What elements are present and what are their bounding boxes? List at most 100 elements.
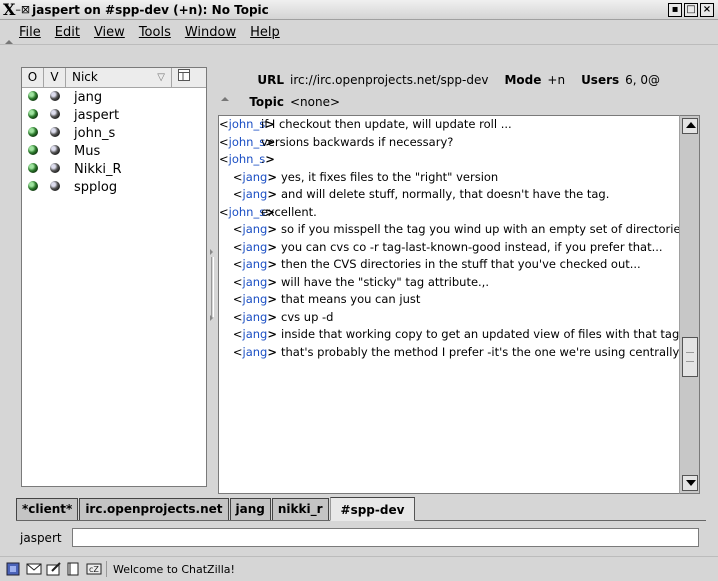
tab-client[interactable]: *client* — [16, 498, 79, 520]
message-text: then the CVS directories in the stuff th… — [281, 257, 641, 271]
x-logo-icon: X — [3, 0, 16, 19]
menu-bar: File Edit View Tools Window Help — [0, 21, 718, 45]
minimize-button[interactable]: ▪ — [668, 3, 682, 17]
tab-spp-dev[interactable]: #spp-dev — [329, 497, 416, 521]
chat-scrollbar[interactable] — [679, 115, 700, 494]
topic-label: Topic — [249, 95, 284, 109]
op-status-icon — [22, 144, 44, 158]
tab-nikki-r[interactable]: nikki_r — [271, 498, 329, 520]
chat-message: <jang> that means you can just — [219, 291, 700, 309]
message-text: will have the "sticky" tag attribute.,. — [281, 274, 489, 289]
message-nick[interactable]: <jang> — [219, 292, 281, 307]
user-nick: Nikki_R — [74, 161, 122, 177]
voice-status-icon — [44, 90, 66, 104]
address-book-icon[interactable] — [66, 562, 80, 576]
scroll-up-button[interactable] — [682, 118, 698, 134]
scroll-down-button[interactable] — [682, 475, 698, 491]
user-nick: jaspert — [74, 107, 120, 123]
chat-output[interactable]: <john_s> if I checkout then update, will … — [218, 115, 700, 494]
message-text: that means you can just — [281, 292, 421, 306]
channel-users: 6, 0@ — [625, 73, 661, 87]
message-nick[interactable]: <jang> — [219, 240, 281, 255]
menu-help[interactable]: Help — [243, 25, 287, 40]
voice-status-icon — [44, 162, 66, 176]
message-text: so if you misspell the tag you wind up w… — [281, 222, 691, 236]
message-text: versions backwards if necessary? — [261, 134, 454, 149]
navigator-icon[interactable] — [6, 562, 20, 576]
menubar-collapse-grip[interactable] — [4, 22, 13, 44]
sort-descending-icon: ▽ — [157, 72, 165, 83]
mode-label: Mode — [504, 73, 542, 87]
message-text: if I checkout then update, will update r… — [261, 117, 512, 131]
chatzilla-icon[interactable]: cZ — [86, 562, 102, 576]
svg-text:cZ: cZ — [89, 565, 99, 574]
message-nick[interactable]: <jang> — [219, 345, 281, 360]
users-label: Users — [581, 73, 620, 87]
chat-message: <jang> yes, it fixes files to the "right"… — [219, 169, 700, 187]
message-input[interactable] — [72, 528, 699, 547]
menu-tools[interactable]: Tools — [132, 25, 178, 40]
message-nick[interactable]: <jang> — [219, 170, 281, 185]
user-list[interactable]: O V Nick ▽ jang jaspert john_s Mus Nikki_R spp… — [21, 67, 207, 487]
chat-message: <jang> that's probably the method I prefe… — [219, 344, 700, 362]
user-list-item[interactable]: Mus — [22, 142, 206, 160]
chat-message: <john_s> excellent. — [219, 204, 700, 222]
op-status-icon — [22, 180, 44, 194]
message-nick[interactable]: <john_s> — [219, 135, 275, 150]
message-nick[interactable]: <jang> — [219, 327, 281, 342]
user-list-item[interactable]: jaspert — [22, 106, 206, 124]
chat-message: <john_s>. — [219, 151, 700, 169]
window-title: jaspert on #spp-dev (+n): No Topic — [32, 2, 269, 17]
message-nick[interactable]: <john_s> — [219, 152, 275, 167]
voice-status-icon — [44, 108, 66, 122]
op-column-header[interactable]: O — [22, 68, 44, 87]
message-nick[interactable]: <jang> — [219, 310, 281, 325]
user-list-item[interactable]: spplog — [22, 178, 206, 196]
op-status-icon — [22, 126, 44, 140]
message-nick[interactable]: <jang> — [219, 187, 281, 202]
message-text: you can cvs co -r tag-last-known-good in… — [281, 239, 663, 254]
message-nick[interactable]: <jang> — [219, 222, 281, 237]
channel-topic[interactable]: <none> — [290, 95, 340, 109]
chat-message: <jang> you can cvs co -r tag-last-known-g… — [219, 239, 700, 257]
op-status-icon — [22, 90, 44, 104]
message-nick[interactable]: <jang> — [219, 275, 281, 290]
current-nickname[interactable]: jaspert — [20, 531, 62, 545]
window-menu-icon[interactable]: –⊠ — [15, 3, 30, 16]
menu-view[interactable]: View — [87, 25, 132, 40]
user-list-item[interactable]: jang — [22, 88, 206, 106]
menu-file[interactable]: File — [12, 25, 48, 40]
chat-message: <john_s> if I checkout then update, will … — [219, 116, 700, 134]
channel-header: URL irc://irc.openprojects.net/spp-dev M… — [218, 67, 705, 115]
message-nick[interactable]: <john_s> — [219, 205, 275, 220]
chat-message: <jang> cvs up -d — [219, 309, 700, 327]
chat-message: <jang> will have the "sticky" tag attribu… — [219, 274, 700, 292]
user-list-item[interactable]: john_s — [22, 124, 206, 142]
message-nick[interactable]: <john_s> — [219, 117, 275, 132]
view-tabs: *client* irc.openprojects.net jang nikki… — [16, 497, 706, 521]
message-text: that's probably the method I prefer -it'… — [281, 344, 680, 359]
header-collapse-grip[interactable] — [221, 93, 229, 101]
user-nick: john_s — [74, 125, 116, 141]
message-nick[interactable]: <jang> — [219, 257, 281, 272]
close-button[interactable]: × — [700, 3, 714, 17]
op-status-icon — [22, 108, 44, 122]
scroll-thumb[interactable] — [682, 337, 698, 377]
chat-message: <jang> and will delete stuff, normally, t… — [219, 186, 700, 204]
menu-window[interactable]: Window — [178, 25, 243, 40]
nick-column-header[interactable]: Nick ▽ — [66, 68, 172, 87]
message-text: and will delete stuff, normally, that do… — [281, 187, 610, 201]
user-list-item[interactable]: Nikki_R — [22, 160, 206, 178]
message-text: cvs up -d — [281, 309, 334, 324]
status-bar: cZ Welcome to ChatZilla! — [0, 556, 718, 581]
menu-edit[interactable]: Edit — [48, 25, 87, 40]
voice-column-header[interactable]: V — [44, 68, 66, 87]
tab-jang[interactable]: jang — [229, 498, 271, 520]
column-picker-icon[interactable] — [172, 68, 196, 87]
channel-url[interactable]: irc://irc.openprojects.net/spp-dev — [290, 73, 488, 87]
mail-icon[interactable] — [26, 562, 42, 576]
maximize-button[interactable]: □ — [684, 3, 698, 17]
composer-icon[interactable] — [46, 562, 61, 576]
pane-splitter[interactable] — [208, 67, 218, 487]
tab-irc-openprojects-net[interactable]: irc.openprojects.net — [79, 498, 229, 520]
